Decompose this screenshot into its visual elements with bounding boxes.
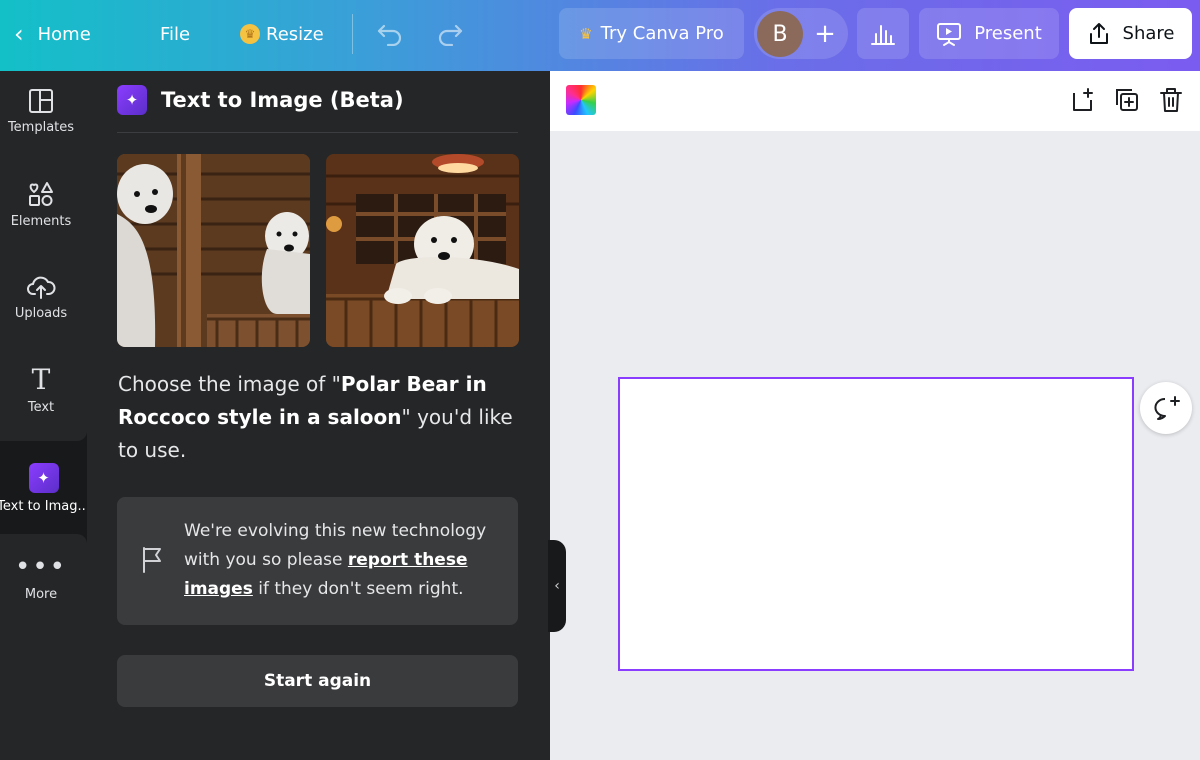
choose-image-instructions: Choose the image of "Polar Bear in Rocco… bbox=[118, 368, 518, 467]
resize-button[interactable]: ♛ Resize bbox=[240, 0, 324, 68]
choose-text-prefix: Choose the image of " bbox=[118, 372, 341, 396]
file-menu-button[interactable]: File bbox=[160, 0, 190, 68]
bar-chart-icon bbox=[871, 24, 895, 45]
elements-icon bbox=[29, 181, 53, 206]
sidebar-item-label: Text bbox=[27, 399, 55, 415]
flag-icon bbox=[143, 547, 161, 573]
sidebar-item-uploads[interactable]: Uploads bbox=[0, 257, 82, 337]
notice-text-part: if they don't seem right. bbox=[252, 579, 464, 599]
templates-icon bbox=[29, 88, 53, 113]
redo-icon bbox=[438, 24, 463, 46]
try-canva-pro-button[interactable]: ♛ Try Canva Pro bbox=[559, 8, 744, 59]
text-to-image-icon: ✦ bbox=[28, 462, 59, 493]
trash-icon bbox=[1160, 88, 1182, 112]
redo-button[interactable] bbox=[436, 0, 464, 68]
collapse-panel-handle[interactable]: ‹ bbox=[548, 540, 566, 632]
toolbar-divider bbox=[352, 14, 353, 54]
generated-image-1[interactable] bbox=[117, 154, 310, 347]
try-canva-pro-label: Try Canva Pro bbox=[600, 23, 724, 44]
start-again-label: Start again bbox=[263, 671, 372, 691]
duplicate-page-button[interactable] bbox=[1112, 85, 1142, 115]
panel-header: ✦ Text to Image (Beta) bbox=[117, 85, 404, 115]
design-page[interactable] bbox=[618, 377, 1134, 671]
notice-text: We're evolving this new technology with … bbox=[184, 517, 504, 604]
color-picker-button[interactable] bbox=[566, 85, 596, 115]
polar-bear-image bbox=[117, 154, 310, 347]
sidebar-item-text-to-image[interactable]: ✦ Text to Imag... bbox=[0, 443, 90, 533]
sidebar-item-label: Templates bbox=[7, 119, 75, 135]
text-to-image-icon: ✦ bbox=[117, 85, 147, 115]
resize-label: Resize bbox=[266, 23, 324, 45]
more-dots-icon: ••• bbox=[14, 551, 67, 582]
canvas-toolbar bbox=[550, 71, 1200, 131]
add-page-button[interactable] bbox=[1068, 85, 1098, 115]
top-bar: ‹ Home File ♛ Resize ♛ Try Canva Pro B +… bbox=[0, 0, 1200, 71]
home-label: Home bbox=[37, 23, 91, 45]
crown-icon: ♛ bbox=[579, 24, 593, 43]
chevron-left-icon: ‹ bbox=[14, 20, 24, 48]
sidebar-item-elements[interactable]: Elements bbox=[0, 164, 82, 244]
add-comment-button[interactable] bbox=[1140, 382, 1192, 434]
share-button[interactable]: Share bbox=[1069, 8, 1192, 59]
plus-icon: + bbox=[814, 19, 836, 49]
sidebar-item-label: Text to Imag... bbox=[0, 498, 90, 514]
insights-button[interactable] bbox=[857, 8, 909, 59]
present-button[interactable]: Present bbox=[919, 8, 1059, 59]
text-icon: T bbox=[31, 362, 51, 396]
share-upload-icon bbox=[1089, 22, 1108, 44]
sidebar-item-label: Uploads bbox=[14, 305, 68, 321]
sidebar-item-label: More bbox=[24, 586, 58, 602]
avatar[interactable]: B bbox=[757, 11, 803, 57]
text-to-image-panel: ✦ Text to Image (Beta) Choose the image … bbox=[87, 71, 550, 760]
home-button[interactable]: ‹ Home bbox=[14, 0, 91, 68]
comment-add-icon bbox=[1154, 396, 1180, 420]
avatar-initial: B bbox=[772, 21, 788, 47]
polar-bear-image bbox=[326, 154, 519, 347]
presentation-icon bbox=[937, 22, 962, 46]
add-page-icon bbox=[1073, 88, 1093, 111]
sidebar-item-more[interactable]: ••• More bbox=[0, 537, 82, 617]
crown-icon: ♛ bbox=[240, 24, 260, 44]
share-label: Share bbox=[1122, 23, 1175, 44]
panel-divider bbox=[117, 132, 518, 133]
duplicate-icon bbox=[1116, 89, 1138, 111]
side-nav: Templates Elements Uploads T Text ✦ Text… bbox=[0, 71, 90, 760]
cloud-upload-icon bbox=[27, 276, 56, 299]
sidebar-item-templates[interactable]: Templates bbox=[0, 71, 82, 151]
undo-icon bbox=[377, 24, 402, 46]
sidebar-item-label: Elements bbox=[10, 213, 72, 229]
present-label: Present bbox=[974, 23, 1042, 44]
panel-title: Text to Image (Beta) bbox=[161, 88, 404, 112]
file-label: File bbox=[160, 23, 191, 45]
feedback-notice: We're evolving this new technology with … bbox=[117, 497, 518, 625]
sidebar-item-text[interactable]: T Text bbox=[0, 350, 82, 430]
generated-image-2[interactable] bbox=[326, 154, 519, 347]
chevron-left-icon: ‹ bbox=[554, 578, 560, 594]
add-collaborator-button[interactable]: + bbox=[808, 11, 842, 57]
undo-button[interactable] bbox=[376, 0, 404, 68]
start-again-button[interactable]: Start again bbox=[117, 655, 518, 707]
delete-page-button[interactable] bbox=[1156, 85, 1186, 115]
collaborators-group: B + bbox=[754, 8, 848, 59]
